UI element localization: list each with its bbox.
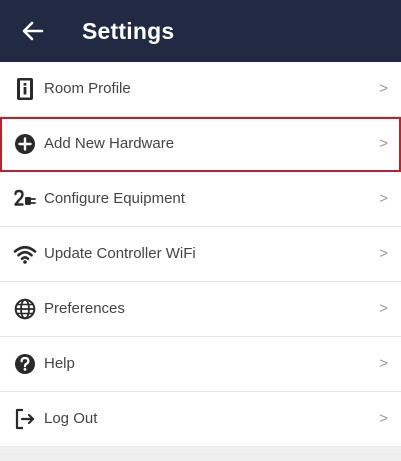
menu-item-configure-equipment[interactable]: Configure Equipment >: [0, 172, 401, 227]
menu-item-label: Room Profile: [44, 80, 131, 97]
menu-item-room-profile[interactable]: Room Profile >: [0, 62, 401, 117]
chevron-right-icon: >: [379, 135, 388, 152]
chevron-right-icon: >: [379, 410, 388, 427]
chevron-right-icon: >: [379, 80, 388, 97]
wifi-icon: [12, 241, 38, 267]
chevron-right-icon: >: [379, 245, 388, 262]
menu-item-label: Add New Hardware: [44, 135, 175, 152]
plus-circle-icon: [12, 131, 38, 157]
menu-item-add-new-hardware[interactable]: Add New Hardware >: [0, 117, 401, 172]
logout-icon: [12, 406, 38, 432]
bottom-spacer: [0, 449, 401, 461]
door-info-icon: [12, 76, 38, 102]
menu-item-label: Log Out: [44, 410, 98, 427]
menu-item-help[interactable]: Help >: [0, 337, 401, 392]
menu-item-label: Help: [44, 355, 75, 372]
menu-item-update-controller-wifi[interactable]: Update Controller WiFi >: [0, 227, 401, 282]
plug-icon: [12, 186, 38, 212]
help-circle-icon: [12, 351, 38, 377]
globe-icon: [12, 296, 38, 322]
menu-item-preferences[interactable]: Preferences >: [0, 282, 401, 337]
app-header: Settings: [0, 0, 401, 62]
back-button[interactable]: [14, 12, 52, 50]
chevron-right-icon: >: [379, 190, 388, 207]
chevron-right-icon: >: [379, 355, 388, 372]
arrow-left-icon: [22, 21, 44, 41]
chevron-right-icon: >: [379, 300, 388, 317]
menu-item-label: Configure Equipment: [44, 190, 185, 207]
menu-item-label: Update Controller WiFi: [44, 245, 196, 262]
menu-item-log-out[interactable]: Log Out >: [0, 392, 401, 447]
menu-item-label: Preferences: [44, 300, 125, 317]
page-title: Settings: [82, 18, 175, 44]
settings-menu: Room Profile > Add New Hardware > Config…: [0, 62, 401, 447]
